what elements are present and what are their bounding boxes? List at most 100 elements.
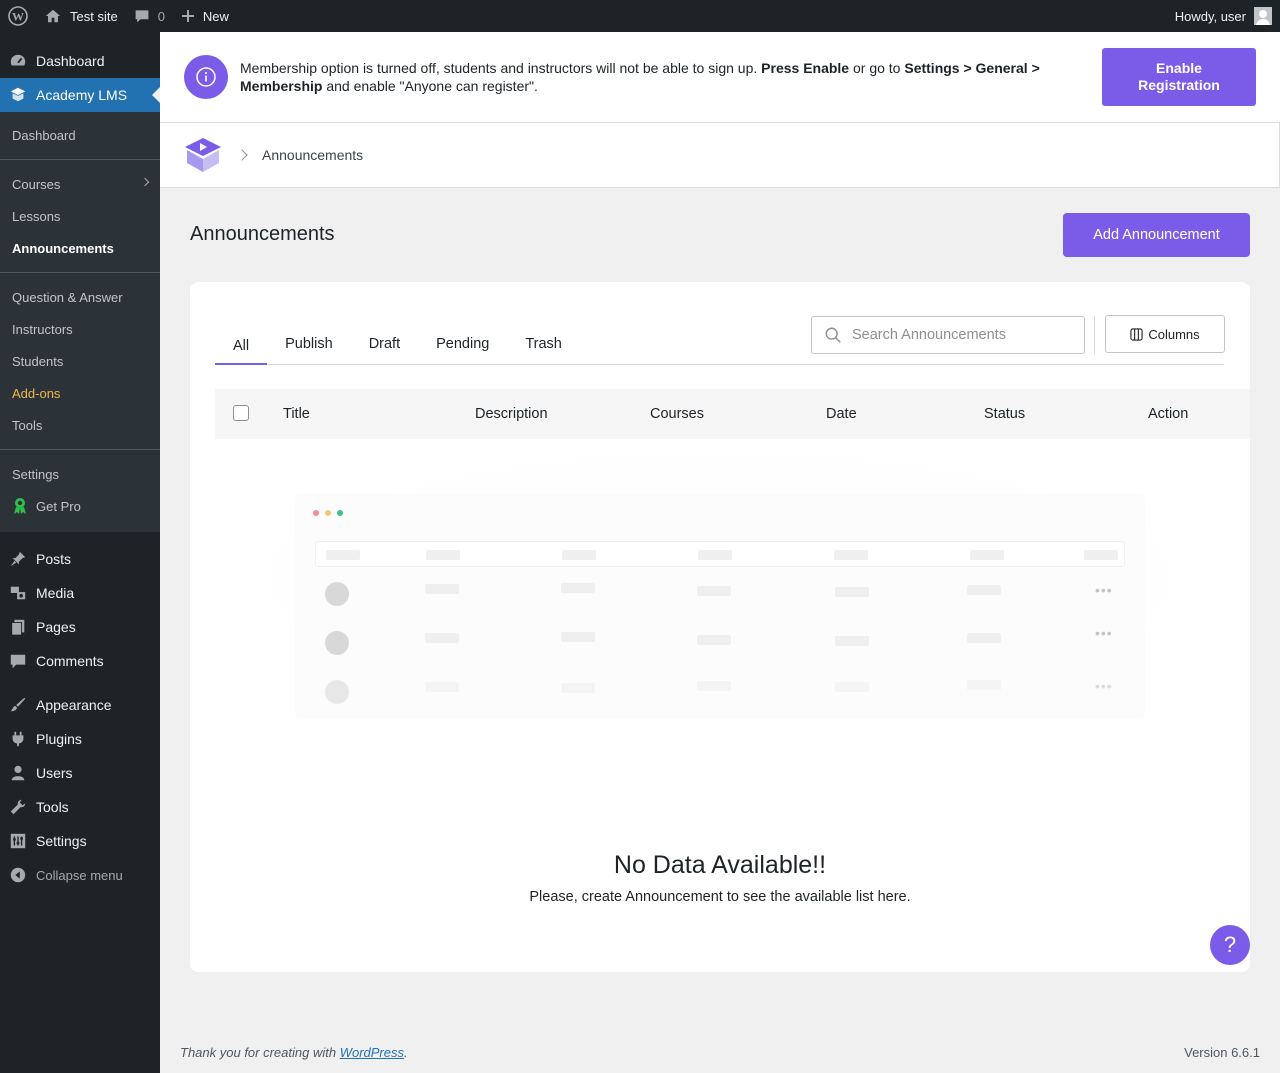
brush-icon — [8, 695, 28, 715]
settings-icon — [8, 831, 28, 851]
search-field — [811, 316, 1085, 354]
academy-logo-icon[interactable] — [184, 137, 222, 173]
collapse-menu-button[interactable]: Collapse menu — [0, 858, 160, 892]
column-title[interactable]: Title — [283, 406, 310, 422]
column-status[interactable]: Status — [984, 406, 1025, 422]
submenu-students[interactable]: Students — [0, 345, 160, 377]
empty-state-subtitle: Please, create Announcement to see the a… — [529, 889, 911, 905]
tab-draft[interactable]: Draft — [351, 325, 418, 365]
menu-comments[interactable]: Comments — [0, 644, 160, 678]
collapse-menu-label: Collapse menu — [36, 867, 123, 883]
submenu-lessons[interactable]: Lessons — [0, 200, 160, 232]
info-icon — [184, 55, 228, 99]
submenu-tools[interactable]: Tools — [0, 409, 160, 441]
menu-posts[interactable]: Posts — [0, 542, 160, 576]
site-name-link[interactable]: Test site — [36, 0, 126, 32]
submenu-add-ons[interactable]: Add-ons — [0, 377, 160, 409]
window-dot — [325, 510, 331, 516]
comments-link[interactable]: 0 — [126, 0, 173, 32]
column-date[interactable]: Date — [826, 406, 857, 422]
submenu-question-answer[interactable]: Question & Answer — [0, 281, 160, 313]
comments-count: 0 — [157, 8, 165, 24]
svg-text:W: W — [12, 10, 24, 24]
submenu-dashboard[interactable]: Dashboard — [0, 119, 160, 151]
submenu-settings-label: Settings — [12, 466, 59, 482]
new-label: New — [202, 8, 229, 24]
submenu-courses-label: Courses — [12, 176, 61, 192]
submenu-announcements[interactable]: Announcements — [0, 232, 160, 264]
wrench-icon — [8, 797, 28, 817]
menu-tools-label: Tools — [36, 799, 69, 815]
submenu-addons-label: Add-ons — [12, 385, 61, 401]
notice-message: Membership option is turned off, student… — [240, 59, 1086, 95]
empty-state-illustration: ••• ••• ••• — [215, 439, 1225, 719]
page-title: Announcements — [190, 223, 335, 245]
question-icon: ? — [1223, 932, 1237, 957]
columns-button[interactable]: Columns — [1105, 315, 1225, 353]
search-input[interactable] — [852, 327, 1072, 343]
menu-dashboard[interactable]: Dashboard — [0, 44, 160, 78]
avatar — [1254, 7, 1272, 25]
window-dot — [337, 510, 343, 516]
columns-icon — [1130, 327, 1143, 341]
tab-trash[interactable]: Trash — [507, 325, 580, 365]
plugin-icon — [8, 729, 28, 749]
submenu-courses[interactable]: Courses — [0, 168, 160, 200]
menu-media[interactable]: Media — [0, 576, 160, 610]
award-icon — [12, 497, 28, 515]
footer-version: Version 6.6.1 — [1184, 1045, 1260, 1060]
notice-text-part: or go to — [852, 60, 901, 76]
menu-tools[interactable]: Tools — [0, 790, 160, 824]
submenu-qa-label: Question & Answer — [12, 289, 123, 305]
column-description[interactable]: Description — [475, 406, 548, 422]
breadcrumb: Announcements — [160, 122, 1280, 188]
chevron-right-icon — [140, 177, 150, 187]
menu-plugins[interactable]: Plugins — [0, 722, 160, 756]
menu-users-label: Users — [36, 765, 73, 781]
user-icon — [8, 763, 28, 783]
help-button[interactable]: ? — [1210, 925, 1250, 965]
submenu-instructors-label: Instructors — [12, 321, 73, 337]
more-icon: ••• — [1095, 625, 1113, 641]
chevron-right-icon — [236, 149, 248, 161]
empty-state-title: No Data Available!! — [613, 851, 827, 879]
academy-icon — [8, 85, 28, 105]
skeleton-header — [315, 541, 1125, 567]
select-all-checkbox[interactable] — [233, 405, 249, 421]
add-announcement-button[interactable]: Add Announcement — [1063, 213, 1250, 257]
collapse-icon — [8, 865, 28, 885]
my-account-link[interactable]: Howdy, user — [1167, 0, 1280, 32]
menu-pages[interactable]: Pages — [0, 610, 160, 644]
menu-plugins-label: Plugins — [36, 731, 82, 747]
media-icon — [8, 583, 28, 603]
wordpress-logo-icon[interactable]: W — [0, 0, 36, 32]
menu-academy-lms[interactable]: Academy LMS — [0, 78, 160, 112]
dashboard-icon — [8, 51, 28, 71]
home-icon — [45, 9, 61, 23]
tab-publish[interactable]: Publish — [267, 325, 351, 365]
menu-settings[interactable]: Settings — [0, 824, 160, 858]
pin-icon — [8, 549, 28, 569]
column-courses[interactable]: Courses — [650, 406, 704, 422]
submenu-get-pro[interactable]: Get Pro — [0, 490, 160, 522]
footer-thanks-text: Thank you for creating with — [180, 1045, 337, 1060]
academy-submenu: Dashboard Courses Lessons Announcements … — [0, 112, 160, 532]
menu-appearance-label: Appearance — [36, 697, 112, 713]
submenu-instructors[interactable]: Instructors — [0, 313, 160, 345]
menu-settings-label: Settings — [36, 833, 87, 849]
submenu-students-label: Students — [12, 353, 64, 369]
menu-media-label: Media — [36, 585, 75, 601]
menu-users[interactable]: Users — [0, 756, 160, 790]
new-content-link[interactable]: New — [173, 0, 237, 32]
table-header: Title Description Courses Date Status Ac… — [215, 389, 1250, 439]
more-icon: ••• — [1095, 582, 1113, 598]
tab-all[interactable]: All — [215, 325, 268, 365]
menu-appearance[interactable]: Appearance — [0, 688, 160, 722]
enable-registration-button[interactable]: Enable Registration — [1102, 48, 1256, 106]
howdy-text: Howdy, user — [1174, 8, 1246, 24]
menu-comments-label: Comments — [36, 653, 104, 669]
wordpress-link[interactable]: WordPress — [340, 1045, 404, 1060]
tab-pending[interactable]: Pending — [418, 325, 507, 365]
submenu-settings[interactable]: Settings — [0, 458, 160, 490]
skeleton-avatar — [325, 631, 349, 655]
